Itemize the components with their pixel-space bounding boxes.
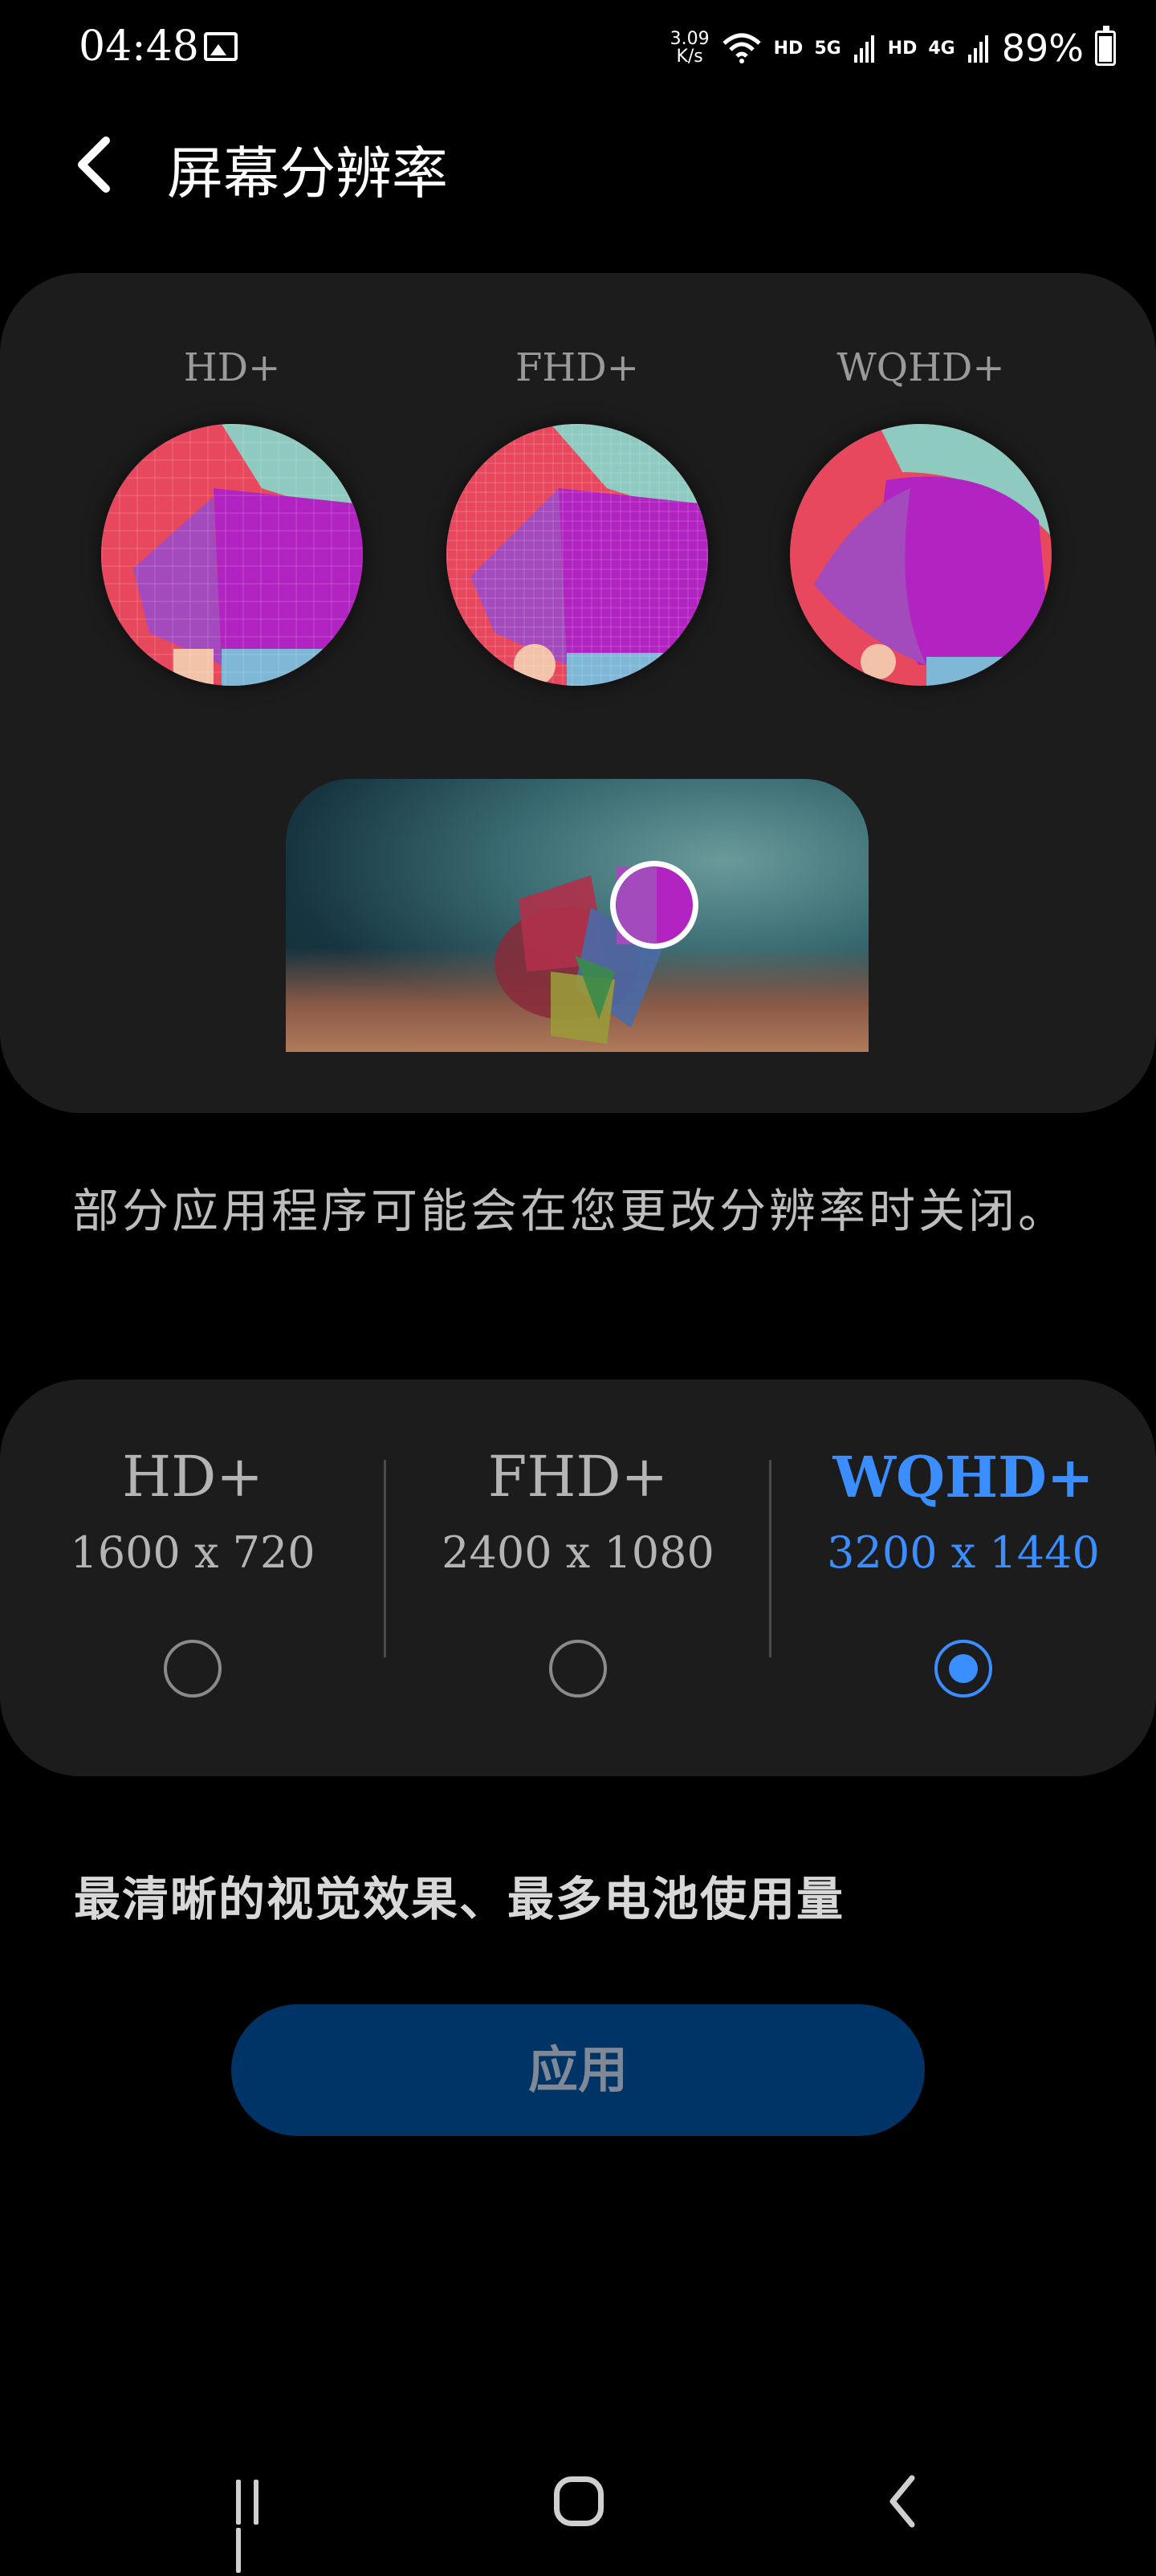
status-time: 04:48 [79, 22, 199, 71]
option-wqhd-dims: 3200 x 1440 [827, 1527, 1100, 1578]
option-hd[interactable]: HD+ 1600 x 720 [16, 1444, 369, 1698]
preview-label-hd: HD+ [183, 345, 281, 390]
option-wqhd-name: WQHD+ [832, 1444, 1094, 1510]
apply-button[interactable]: 应用 [231, 2004, 925, 2136]
battery-percent: 89% [1001, 26, 1084, 70]
preview-wqhd: WQHD+ [788, 345, 1053, 686]
page-title: 屏幕分辨率 [167, 141, 448, 206]
battery-icon [1095, 26, 1116, 66]
network-speed-unit: K/s [676, 47, 703, 67]
option-hd-name: HD+ [122, 1444, 263, 1510]
preview-image-wqhd [790, 424, 1052, 686]
option-divider [769, 1460, 771, 1657]
status-indicators: 3.09 K/s HD 5G HD 4G 89% [670, 24, 1116, 72]
hd-voice-indicator-2: HD [887, 38, 918, 59]
option-hd-dims: 1600 x 720 [70, 1527, 315, 1578]
navigation-bar [0, 2441, 1156, 2573]
nav-back-icon[interactable] [886, 2473, 918, 2529]
network-type-2: 4G [928, 38, 955, 59]
back-arrow-icon[interactable] [71, 132, 119, 197]
network-type-1: 5G [814, 38, 841, 59]
resolution-preview-card: HD+ FHD+ WQHD+ [0, 273, 1156, 1113]
option-wqhd-radio[interactable] [934, 1640, 992, 1698]
recent-apps-icon[interactable] [236, 2480, 284, 2573]
signal-icon-2 [967, 35, 988, 63]
network-speed-value: 3.09 [670, 29, 710, 49]
status-bar: 04:48 3.09 K/s HD 5G HD 4G 89% [0, 0, 1156, 96]
signal-icon-1 [853, 35, 874, 63]
option-hd-radio[interactable] [164, 1640, 222, 1698]
close-apps-warning: 部分应用程序可能会在您更改分辨率时关闭。 [72, 1184, 1068, 1238]
preview-fhd: FHD+ [445, 345, 710, 686]
option-fhd[interactable]: FHD+ 2400 x 1080 [401, 1444, 755, 1698]
option-fhd-dims: 2400 x 1080 [442, 1527, 714, 1578]
option-divider [384, 1460, 386, 1657]
preview-hd: HD+ [100, 345, 364, 686]
hd-voice-indicator-1: HD [773, 38, 804, 59]
preview-label-fhd: FHD+ [515, 345, 639, 390]
resolution-description: 最清晰的视觉效果、最多电池使用量 [74, 1872, 845, 1926]
preview-circle-fhd [446, 424, 708, 686]
wifi-icon [722, 33, 761, 63]
option-wqhd[interactable]: WQHD+ 3200 x 1440 [787, 1444, 1140, 1698]
home-icon[interactable] [554, 2476, 604, 2526]
preview-label-wqhd: WQHD+ [836, 345, 1005, 390]
full-image-preview [286, 779, 869, 1052]
zoom-focus-ring [610, 861, 698, 949]
preview-circle-hd [101, 424, 363, 686]
image-notification-icon [204, 32, 238, 61]
preview-image-hd [101, 424, 363, 686]
option-fhd-radio[interactable] [549, 1640, 607, 1698]
option-fhd-name: FHD+ [487, 1444, 669, 1510]
preview-image-fhd [446, 424, 708, 686]
resolution-options-card: HD+ 1600 x 720 FHD+ 2400 x 1080 WQHD+ 32… [0, 1380, 1156, 1776]
network-speed: 3.09 K/s [670, 31, 710, 66]
pinwheel-image [495, 866, 693, 1044]
preview-circle-wqhd [790, 424, 1052, 686]
